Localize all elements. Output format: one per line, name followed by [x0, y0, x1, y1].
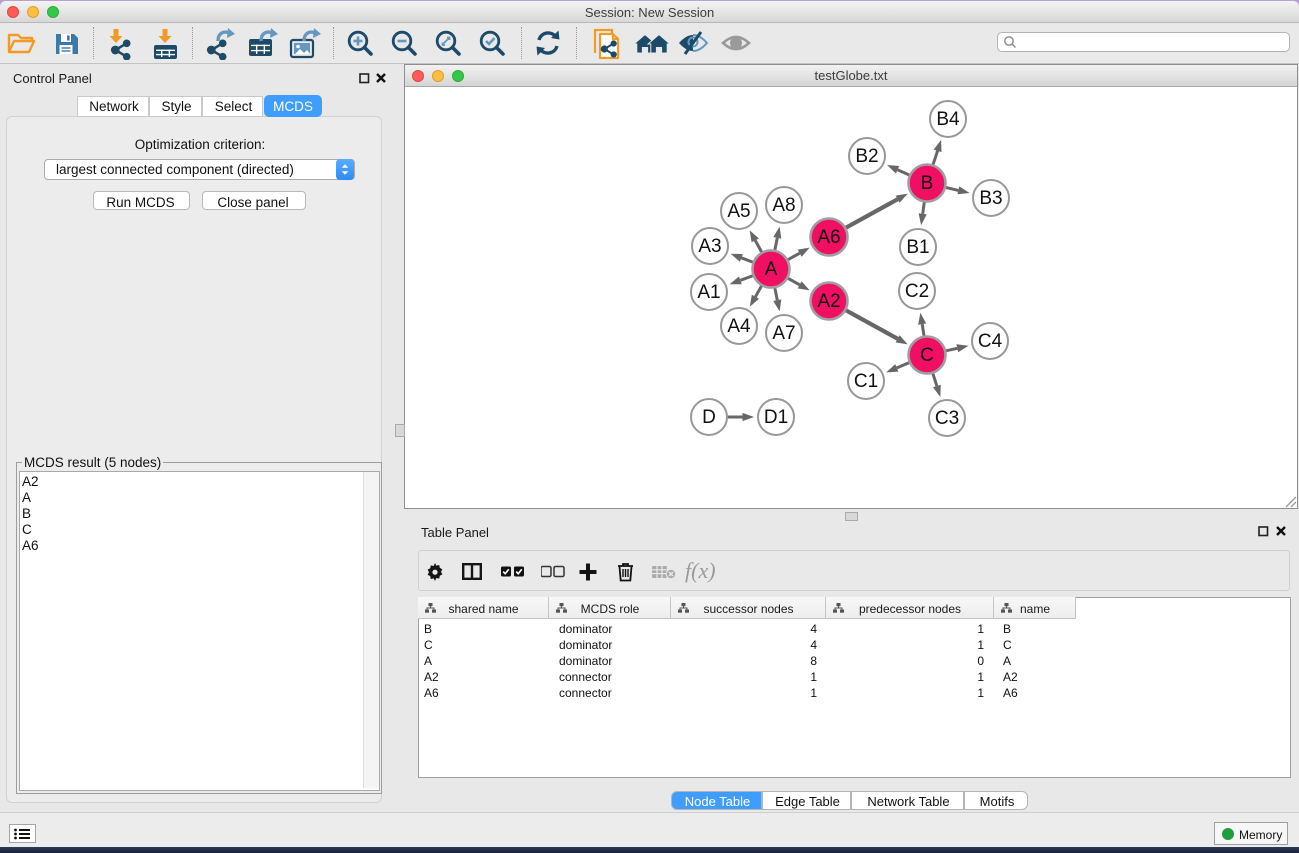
svg-text:C4: C4	[978, 331, 1003, 352]
svg-text:A4: A4	[727, 316, 751, 337]
svg-text:A6: A6	[817, 227, 840, 248]
svg-text:D: D	[702, 407, 716, 428]
svg-text:C3: C3	[935, 408, 959, 429]
svg-text:B1: B1	[906, 237, 929, 258]
svg-text:A8: A8	[772, 195, 795, 216]
svg-text:C: C	[920, 345, 934, 366]
svg-text:B4: B4	[936, 109, 960, 130]
svg-text:B2: B2	[855, 146, 878, 167]
svg-text:A5: A5	[727, 201, 750, 222]
svg-text:B3: B3	[979, 188, 1002, 209]
svg-text:B: B	[921, 173, 934, 194]
svg-text:A3: A3	[698, 236, 721, 257]
svg-text:A1: A1	[697, 282, 720, 303]
svg-text:A2: A2	[817, 291, 840, 312]
svg-text:A7: A7	[772, 323, 795, 344]
svg-text:D1: D1	[764, 407, 788, 428]
svg-text:C1: C1	[854, 371, 878, 392]
svg-text:A: A	[765, 259, 778, 280]
svg-text:C2: C2	[905, 281, 929, 302]
